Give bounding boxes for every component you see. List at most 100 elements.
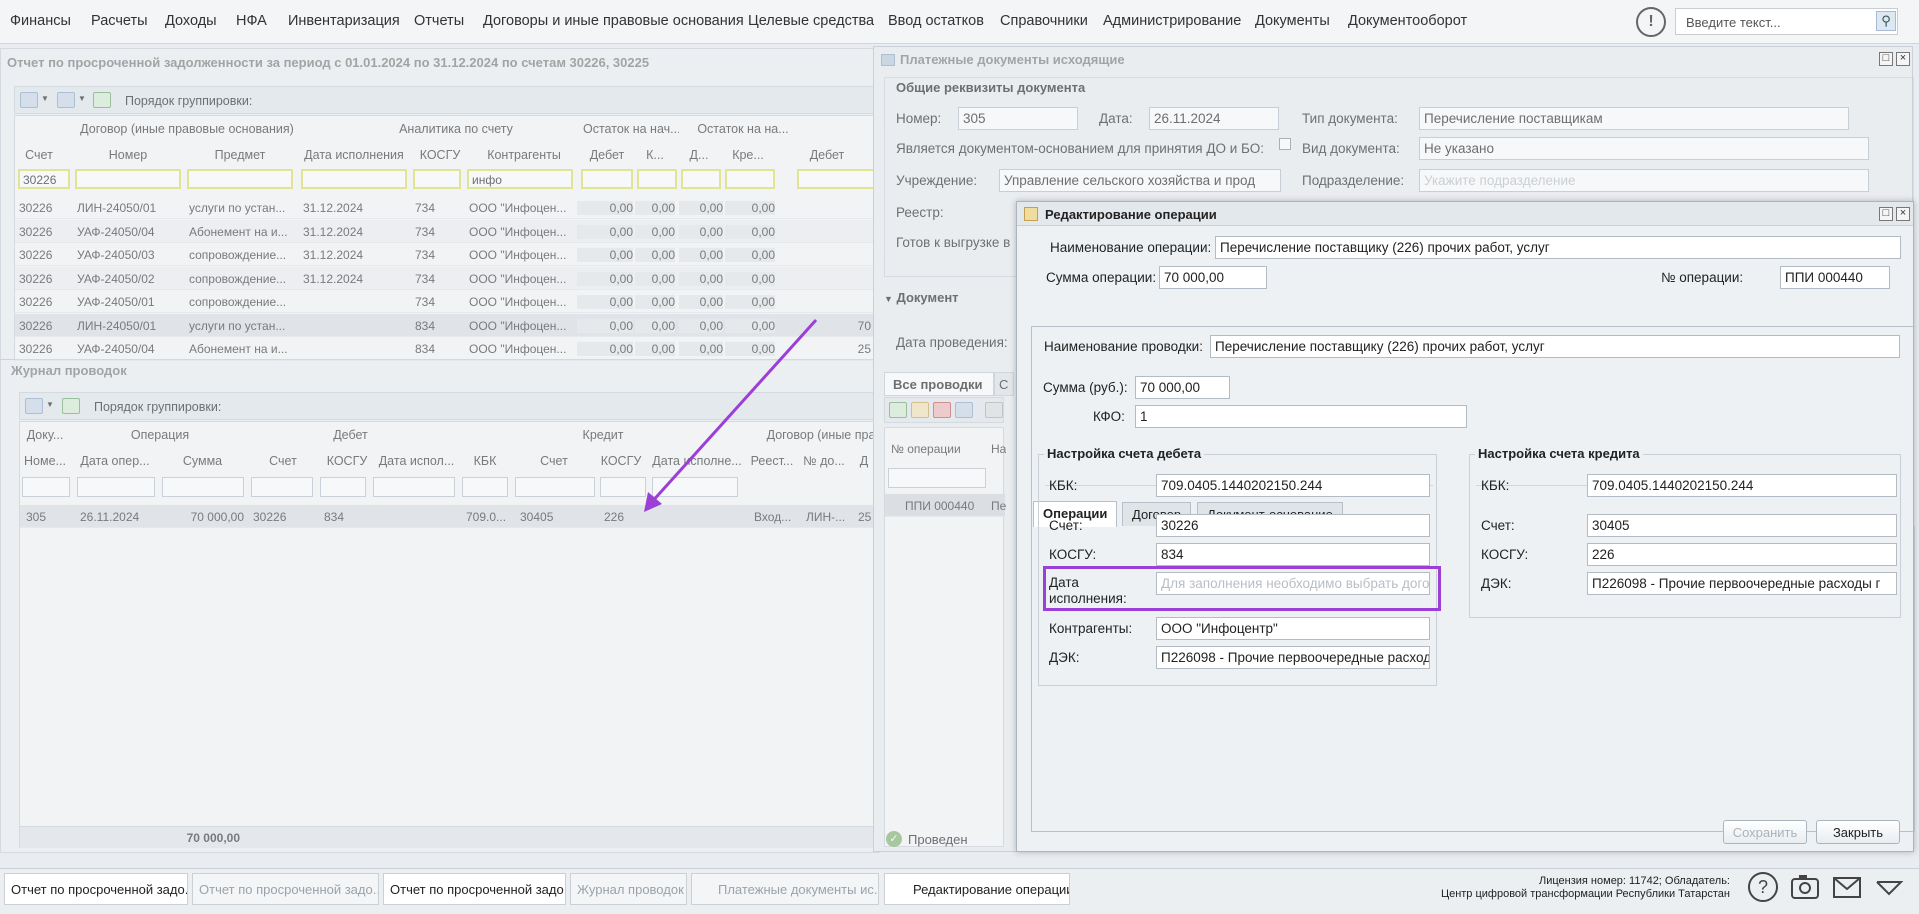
tab-other[interactable]: С: [994, 372, 1014, 396]
chevron-down-icon[interactable]: ▼: [884, 294, 893, 304]
col-op-date[interactable]: Дата опер...: [75, 454, 155, 468]
table-row[interactable]: 30226 УАФ-24050/01 сопровождение... 734 ООО …: [15, 290, 882, 313]
task-edit-operation[interactable]: Редактирование операции: [884, 873, 1070, 905]
col-kbk[interactable]: КБК: [460, 454, 510, 468]
col-credit[interactable]: Кре...: [725, 148, 771, 162]
menu-balances-input[interactable]: Ввод остатков: [888, 13, 984, 29]
op-name-field[interactable]: Перечисление поставщику (226) прочих раб…: [1215, 236, 1901, 259]
document-section-title[interactable]: ▼ Документ: [884, 290, 959, 305]
refresh-icon[interactable]: [62, 398, 80, 414]
global-search-input[interactable]: Введите текст...: [1675, 8, 1898, 35]
kfo-field[interactable]: 1: [1135, 405, 1467, 428]
debit-kosgu-field[interactable]: 834: [1156, 543, 1430, 566]
menu-administration[interactable]: Администрирование: [1103, 13, 1241, 29]
task-payment-docs[interactable]: Платежные документы ис...: [691, 873, 879, 905]
clock-help-icon[interactable]: !: [1636, 7, 1666, 37]
mail-icon[interactable]: [1832, 872, 1862, 902]
filter-subject[interactable]: [187, 169, 293, 189]
filter-doc-number[interactable]: [22, 477, 70, 497]
filter-debit-date[interactable]: [373, 477, 455, 497]
copy-icon[interactable]: [955, 402, 973, 418]
credit-account-field[interactable]: 30405: [1587, 514, 1897, 537]
debit-kbk-field[interactable]: 709.0405.1440202150.244: [1156, 474, 1430, 497]
chevron-down-icon[interactable]: ▼: [46, 400, 54, 409]
col-debit-kosgu[interactable]: КОСГУ: [320, 454, 374, 468]
print-icon[interactable]: [25, 398, 43, 414]
col-exec-date[interactable]: Дата исполнения: [299, 148, 409, 162]
date-field[interactable]: 26.11.2024: [1149, 107, 1279, 130]
col-contractors[interactable]: Контрагенты: [469, 148, 579, 162]
col-debit-short[interactable]: Д...: [679, 148, 719, 162]
settings-icon[interactable]: [20, 92, 38, 108]
menu-target-funds[interactable]: Целевые средства: [748, 13, 874, 29]
chevron-down-icon[interactable]: ▼: [41, 94, 49, 103]
col-credit-account[interactable]: Счет: [514, 454, 594, 468]
col-op-number[interactable]: № операции: [891, 442, 961, 456]
filter-credit-account[interactable]: [515, 477, 595, 497]
table-row[interactable]: 30226 ЛИН-24050/01 услуги по устан... 31.12…: [15, 196, 882, 219]
print-icon[interactable]: [57, 92, 75, 108]
save-button[interactable]: Сохранить: [1723, 820, 1807, 844]
filter-op-date[interactable]: [77, 477, 155, 497]
col-account[interactable]: Счет: [15, 148, 63, 162]
institution-field[interactable]: Управление сельского хозяйства и прод: [999, 169, 1281, 192]
filter-credit-short[interactable]: [637, 169, 677, 189]
filter-contractors[interactable]: инфо: [467, 169, 573, 189]
table-row[interactable]: ППИ 000440 Пе: [885, 494, 1006, 517]
col-doc-number[interactable]: Номе...: [20, 454, 70, 468]
doc-type-field[interactable]: Перечисление поставщикам: [1419, 107, 1849, 130]
posting-name-field[interactable]: Перечисление поставщику (226) прочих раб…: [1210, 335, 1900, 358]
filter-debit-account[interactable]: [251, 477, 313, 497]
menu-nfa[interactable]: НФА: [236, 13, 267, 29]
close-icon[interactable]: ×: [1896, 52, 1910, 66]
task-report-2[interactable]: Отчет по просроченной задо...: [192, 873, 379, 905]
maximize-icon[interactable]: □: [1879, 52, 1893, 66]
collapse-icon[interactable]: [1874, 872, 1904, 902]
filter-debit-kosgu[interactable]: [320, 477, 366, 497]
filter-sum[interactable]: [162, 477, 244, 497]
filter-kosgu[interactable]: [413, 169, 461, 189]
filter-number[interactable]: [75, 169, 181, 189]
menu-revenue[interactable]: Доходы: [165, 13, 217, 29]
col-op-name[interactable]: На: [991, 442, 1006, 456]
col-credit-short[interactable]: К...: [635, 148, 675, 162]
task-report-3[interactable]: Отчет по просроченной задо...: [383, 873, 566, 905]
filter-debit-2[interactable]: [797, 169, 882, 189]
col-debit-account[interactable]: Счет: [248, 454, 318, 468]
settings-icon[interactable]: [985, 402, 1003, 418]
credit-dek-field[interactable]: П226098 - Прочие первоочередные расходы …: [1587, 572, 1897, 595]
filter-kbk[interactable]: [462, 477, 508, 497]
col-contract-date[interactable]: Д: [854, 454, 874, 468]
table-row[interactable]: 30226 УАФ-24050/04 Абонемент на и... 31.12.…: [15, 219, 882, 243]
tab-all-postings[interactable]: Все проводки: [884, 372, 994, 396]
basis-checkbox[interactable]: [1279, 138, 1291, 150]
kind-field[interactable]: Не указано: [1419, 137, 1869, 160]
debit-dek-field[interactable]: П226098 - Прочие первоочередные расходы …: [1156, 646, 1430, 669]
filter-credit[interactable]: [725, 169, 775, 189]
op-number-field[interactable]: ППИ 000440: [1780, 266, 1890, 289]
camera-icon[interactable]: [1790, 872, 1820, 902]
add-icon[interactable]: [889, 402, 907, 418]
debit-contractor-field[interactable]: ООО "Инфоцентр": [1156, 617, 1430, 640]
menu-settlements[interactable]: Расчеты: [91, 13, 148, 29]
table-row[interactable]: 30226 УАФ-24050/02 сопровождение... 31.12.2…: [15, 266, 882, 290]
filter-op-number[interactable]: [888, 468, 986, 488]
menu-documents[interactable]: Документы: [1255, 13, 1330, 29]
menu-contracts[interactable]: Договоры и иные правовые основания: [483, 13, 744, 29]
close-icon[interactable]: ×: [1896, 207, 1910, 221]
menu-reports[interactable]: Отчеты: [414, 13, 464, 29]
filter-debit[interactable]: [581, 169, 633, 189]
task-report-1[interactable]: Отчет по просроченной задо...: [4, 873, 188, 905]
delete-icon[interactable]: [933, 402, 951, 418]
task-journal[interactable]: Журнал проводок: [570, 873, 687, 905]
refresh-icon[interactable]: [93, 92, 111, 108]
number-field[interactable]: 305: [958, 107, 1078, 130]
credit-kosgu-field[interactable]: 226: [1587, 543, 1897, 566]
col-sum[interactable]: Сумма: [160, 454, 245, 468]
op-sum-field[interactable]: 70 000,00: [1159, 266, 1267, 289]
col-subject[interactable]: Предмет: [185, 148, 295, 162]
table-row[interactable]: 30226 УАФ-24050/03 сопровождение... 31.12.2…: [15, 243, 882, 266]
close-button[interactable]: Закрыть: [1816, 820, 1900, 844]
filter-exec-date[interactable]: [301, 169, 407, 189]
search-icon[interactable]: ⚲: [1876, 11, 1896, 31]
